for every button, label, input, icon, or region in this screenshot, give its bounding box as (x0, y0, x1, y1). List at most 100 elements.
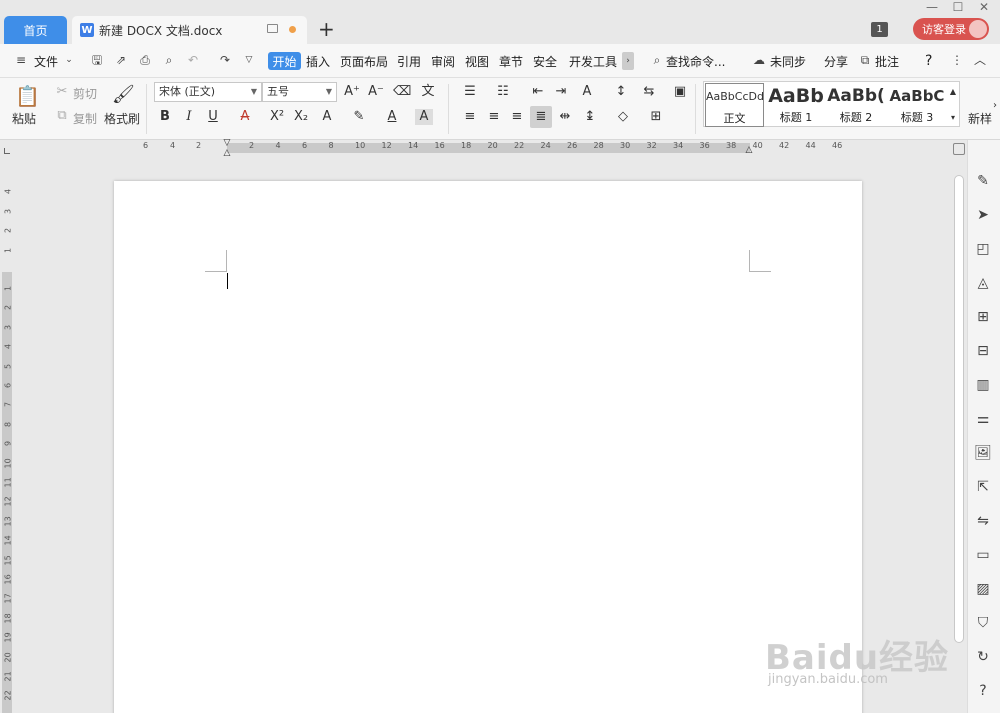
font-size-select[interactable]: 五号 ▼ (262, 82, 337, 102)
borders-icon[interactable]: ⊞ (647, 109, 665, 125)
distribute-icon[interactable]: ⇹ (556, 109, 574, 125)
redo-icon[interactable]: ↷ (218, 53, 232, 67)
hamburger-icon[interactable]: ≡ (14, 53, 28, 67)
subscript-icon[interactable]: X₂ (292, 109, 310, 125)
style-heading-2[interactable]: AaBb( 标题 2 (826, 83, 886, 127)
minimize-button[interactable]: — (922, 0, 942, 14)
chart-icon[interactable]: ▥ (974, 376, 992, 394)
tab-selector-icon[interactable] (4, 148, 10, 154)
tab-security[interactable]: 安全 (533, 53, 557, 70)
print-icon[interactable]: ⎙ (138, 53, 152, 67)
superscript-icon[interactable]: X² (268, 109, 286, 125)
collapse-ribbon-icon[interactable]: ︿ (973, 53, 987, 67)
comment-button[interactable]: 批注 (875, 53, 899, 70)
scrollbar-thumb[interactable] (954, 175, 964, 643)
chinese-layout-icon[interactable]: A (578, 84, 596, 100)
paste-icon[interactable]: 📋 (15, 84, 40, 108)
quick-access-dropdown-icon[interactable]: ▽ (242, 53, 256, 67)
guest-login-button[interactable]: 访客登录 (913, 18, 989, 40)
copy-button[interactable]: 复制 (73, 110, 97, 127)
cut-button[interactable]: 剪切 (73, 85, 97, 102)
line-spacing-icon[interactable]: ↨ (581, 109, 599, 125)
pointer-icon[interactable]: ➤ (974, 206, 992, 224)
style-heading-3[interactable]: AaBbC 标题 3 (887, 83, 947, 127)
bold-icon[interactable]: B (156, 109, 174, 125)
right-indent-marker-icon[interactable]: △ (743, 145, 755, 155)
underline-icon[interactable]: U (204, 109, 222, 125)
style-heading-1[interactable]: AaBb 标题 1 (766, 83, 826, 127)
export-icon[interactable]: ⇗ (114, 53, 128, 67)
tab-page-layout[interactable]: 页面布局 (340, 53, 388, 70)
grow-font-icon[interactable]: A⁺ (343, 84, 361, 100)
tab-home[interactable]: 首页 (4, 16, 67, 44)
image-search-icon[interactable]: 🖼 (974, 444, 992, 462)
sync-status-button[interactable]: 未同步 (770, 53, 806, 70)
translate-icon[interactable]: ⇋ (974, 512, 992, 530)
undo-icon[interactable]: ↶ (186, 53, 200, 67)
table-icon[interactable]: ⊞ (974, 308, 992, 326)
tab-view[interactable]: 视图 (465, 53, 489, 70)
tab-references[interactable]: 引用 (397, 53, 421, 70)
sort-icon[interactable]: ↕ (612, 84, 630, 100)
numbering-icon[interactable]: ☷ (494, 84, 512, 100)
phonetic-guide-icon[interactable]: 文 (419, 84, 437, 100)
indent-marker-icon[interactable]: ▽ △ (221, 138, 233, 160)
command-search[interactable]: 查找命令... (666, 53, 725, 70)
char-shading-icon[interactable]: A (415, 109, 433, 125)
shapes-icon[interactable]: ◰ (974, 240, 992, 258)
archive-icon[interactable]: ▭ (974, 546, 992, 564)
more-options-icon[interactable]: ⋮ (950, 53, 964, 67)
decrease-indent-icon[interactable]: ⇤ (529, 84, 547, 100)
new-style-button[interactable]: 新样 (968, 110, 992, 127)
styles-expand-icon[interactable]: ▾ (948, 110, 958, 126)
bullets-icon[interactable]: ☰ (461, 84, 479, 100)
tab-review[interactable]: 审阅 (431, 53, 455, 70)
shading-icon[interactable]: ◇ (614, 109, 632, 125)
tab-document[interactable]: W 新建 DOCX 文档.docx (72, 16, 307, 44)
tab-developer[interactable]: 开发工具 (569, 53, 617, 70)
tab-chapter[interactable]: 章节 (499, 53, 523, 70)
maximize-button[interactable]: ☐ (948, 0, 968, 14)
paste-button[interactable]: 粘贴 (12, 110, 36, 127)
italic-icon[interactable]: I (180, 109, 198, 125)
save-icon[interactable]: 🖫 (90, 53, 104, 67)
chevron-right-icon[interactable]: › (990, 98, 1000, 114)
font-name-select[interactable]: 宋体 (正文) ▼ (154, 82, 262, 102)
style-normal[interactable]: AaBbCcDd 正文 (705, 83, 764, 127)
highlight-icon[interactable]: ✎ (350, 109, 368, 125)
print-preview-icon[interactable]: ⌕ (162, 53, 176, 67)
format-painter-icon[interactable]: 🖌 (112, 84, 135, 106)
monitor-icon[interactable] (267, 24, 278, 33)
window-count-badge[interactable]: 1 (871, 22, 888, 37)
more-tabs-icon[interactable]: › (622, 52, 634, 70)
apps-icon[interactable]: ⊟ (974, 342, 992, 360)
show-hide-marks-icon[interactable]: ⇆ (640, 84, 658, 100)
styles-scroll-up-icon[interactable]: ▲ (948, 84, 958, 100)
tab-insert[interactable]: 插入 (306, 53, 330, 70)
settings-sliders-icon[interactable]: ⚌ (974, 410, 992, 428)
help-button[interactable]: ? (925, 53, 932, 69)
increase-indent-icon[interactable]: ⇥ (552, 84, 570, 100)
align-center-icon[interactable]: ≡ (485, 109, 503, 125)
clear-format-icon[interactable]: ⌫ (393, 84, 411, 100)
share-button[interactable]: 分享 (824, 53, 848, 70)
text-effect-icon[interactable]: A (318, 109, 336, 125)
justify-icon[interactable]: ≣ (530, 106, 552, 128)
align-left-icon[interactable]: ≡ (461, 109, 479, 125)
text-box-icon[interactable]: ▣ (671, 84, 689, 100)
format-painter-button[interactable]: 格式刷 (104, 110, 140, 127)
close-button[interactable]: ✕ (974, 0, 994, 14)
shield-icon[interactable]: ⛉ (974, 614, 992, 632)
pen-icon[interactable]: ✎ (974, 172, 992, 190)
tab-start[interactable]: 开始 (268, 52, 301, 70)
share-icon[interactable]: ⇱ (974, 478, 992, 496)
new-tab-button[interactable]: + (318, 18, 335, 40)
font-color-icon[interactable]: A (383, 109, 401, 125)
history-icon[interactable]: ↻ (974, 648, 992, 666)
menu-file[interactable]: 文件 (34, 53, 58, 70)
help-circle-icon[interactable]: ? (974, 682, 992, 700)
shrink-font-icon[interactable]: A⁻ (367, 84, 385, 100)
strikethrough-icon[interactable]: A (236, 109, 254, 125)
picture-icon[interactable]: ▨ (974, 580, 992, 598)
style-icon[interactable]: ◬ (974, 274, 992, 292)
